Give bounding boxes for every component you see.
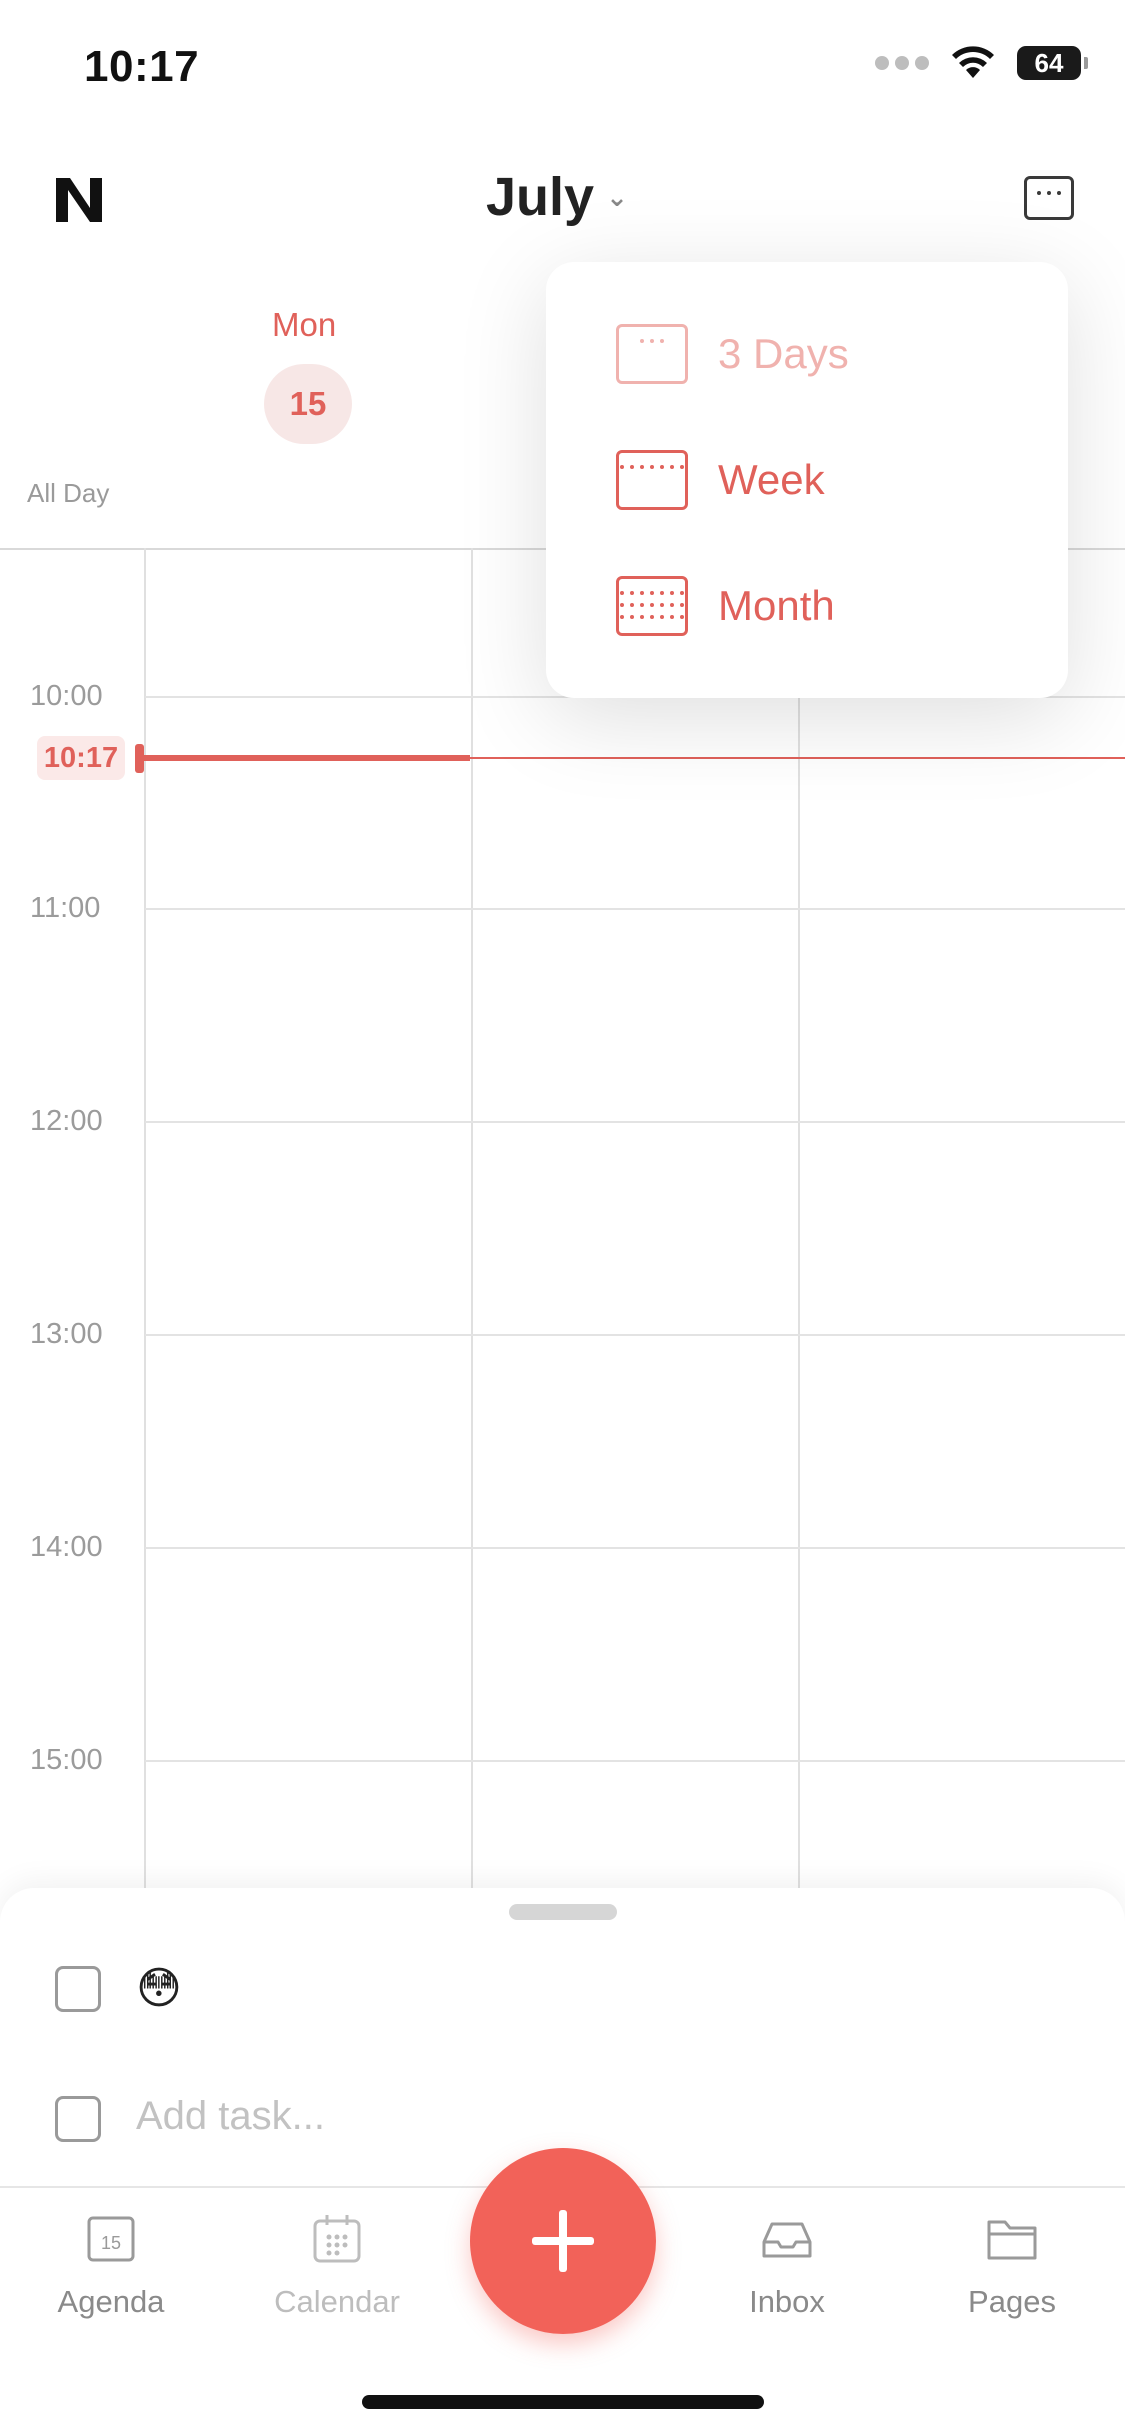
tab-inbox[interactable]: Inbox <box>697 2212 877 2320</box>
tab-pages[interactable]: Pages <box>922 2212 1102 2320</box>
menu-item-week[interactable]: Week <box>616 450 825 510</box>
menu-item-label: Week <box>718 456 825 503</box>
current-time-marker <box>135 744 144 773</box>
month-icon <box>616 576 688 636</box>
calendar-icon <box>313 2215 361 2263</box>
agenda-icon-date: 15 <box>101 2233 121 2253</box>
add-button[interactable] <box>470 2148 656 2334</box>
status-icons: 64 <box>875 46 1088 80</box>
add-task-input[interactable]: Add task... <box>136 2094 325 2139</box>
inbox-icon <box>762 2222 812 2258</box>
view-mode-button[interactable] <box>1024 176 1074 220</box>
tab-agenda[interactable]: 15 Agenda <box>21 2212 201 2320</box>
battery-level: 64 <box>1034 47 1064 78</box>
grid-column-line <box>144 548 146 1888</box>
time-label: 10:00 <box>30 680 103 712</box>
menu-item-month[interactable]: Month <box>616 576 835 636</box>
grid-column-line <box>471 548 473 1888</box>
tab-label: Pages <box>968 2284 1056 2319</box>
home-indicator[interactable] <box>362 2395 764 2409</box>
all-day-label: All Day <box>27 478 110 508</box>
menu-item-label: Month <box>718 582 835 629</box>
tab-label: Calendar <box>274 2284 400 2319</box>
tab-label: Agenda <box>57 2284 165 2319</box>
hour-line <box>145 1760 1125 1762</box>
view-mode-menu: 3 Days Week Month <box>546 262 1068 698</box>
folder-icon <box>987 2220 1037 2260</box>
add-task-checkbox[interactable] <box>55 2096 101 2142</box>
menu-item-3-days[interactable]: 3 Days <box>616 324 849 384</box>
plus-icon <box>532 2210 594 2272</box>
sheet-drag-handle[interactable] <box>509 1904 617 1920</box>
time-label: 12:00 <box>30 1105 103 1137</box>
day-weekday: Mon <box>272 306 337 343</box>
current-time-line-extension <box>470 757 1125 759</box>
day-date[interactable]: 15 <box>264 364 352 444</box>
wifi-icon <box>952 46 994 78</box>
hour-line <box>145 1547 1125 1549</box>
time-label: 15:00 <box>30 1744 103 1776</box>
popover-arrow <box>1012 224 1092 266</box>
month-selector[interactable]: July ⌄ <box>486 166 628 228</box>
week-icon <box>616 450 688 510</box>
battery-icon: 64 <box>1017 46 1088 80</box>
tab-calendar[interactable]: Calendar <box>247 2212 427 2320</box>
month-title: July <box>486 167 595 227</box>
task-title[interactable]: 😳 <box>136 1963 182 2014</box>
three-days-icon <box>616 324 688 384</box>
current-time-badge: 10:17 <box>37 736 125 780</box>
agenda-icon: 15 <box>87 2216 135 2262</box>
time-label: 11:00 <box>30 892 101 924</box>
time-label: 13:00 <box>30 1318 103 1350</box>
time-label: 14:00 <box>30 1531 103 1563</box>
signal-icon <box>875 56 929 70</box>
tab-label: Inbox <box>749 2284 825 2319</box>
menu-item-label: 3 Days <box>718 330 849 377</box>
app-logo[interactable] <box>52 172 108 228</box>
hour-line <box>145 1334 1125 1336</box>
task-checkbox[interactable] <box>55 1966 101 2012</box>
chevron-down-icon: ⌄ <box>606 181 628 212</box>
current-time-line <box>137 755 470 761</box>
grid-column-line <box>798 548 800 1888</box>
hour-line <box>145 1121 1125 1123</box>
hour-line <box>145 908 1125 910</box>
status-time: 10:17 <box>84 42 200 91</box>
